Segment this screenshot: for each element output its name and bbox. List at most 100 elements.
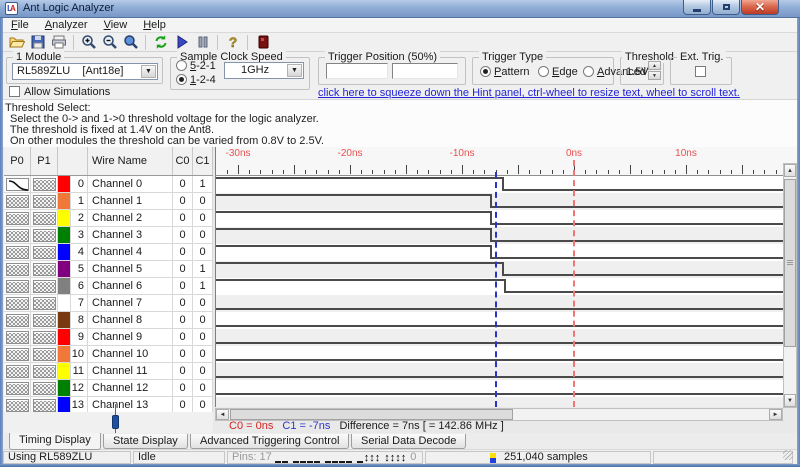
scroll-up-button[interactable]: ▲ <box>784 164 796 177</box>
p0-pattern-cell[interactable] <box>4 176 31 193</box>
p1-pattern-cell[interactable] <box>31 176 58 193</box>
wire-name[interactable]: Channel 1 <box>88 193 173 210</box>
p0-pattern-cell[interactable] <box>4 346 31 363</box>
run-button[interactable] <box>171 33 192 51</box>
wire-name[interactable]: Channel 8 <box>88 312 173 329</box>
clock-rate-select[interactable]: 1GHz ▼ <box>224 62 304 79</box>
p1-pattern-cell[interactable] <box>31 210 58 227</box>
pause-button[interactable] <box>192 33 213 51</box>
wire-name[interactable]: Channel 10 <box>88 346 173 363</box>
slider-thumb[interactable] <box>112 415 119 429</box>
help-button[interactable]: ? <box>222 33 243 51</box>
channel-color-swatch[interactable] <box>58 295 71 312</box>
zoom-slider[interactable] <box>4 404 213 433</box>
ext-trig-checkbox[interactable] <box>695 66 706 77</box>
p1-pattern-cell[interactable] <box>31 261 58 278</box>
refresh-button[interactable] <box>150 33 171 51</box>
p0-pattern-cell[interactable] <box>4 261 31 278</box>
p1-pattern-cell[interactable] <box>31 346 58 363</box>
clock-speed-radio-521[interactable] <box>176 60 187 71</box>
p0-pattern-cell[interactable] <box>4 397 31 412</box>
channel-color-swatch[interactable] <box>58 329 71 346</box>
trigger-edge-radio[interactable] <box>538 66 549 77</box>
close-button[interactable]: ✕ <box>741 0 779 15</box>
p1-pattern-cell[interactable] <box>31 295 58 312</box>
horizontal-scroll-thumb[interactable] <box>230 409 513 420</box>
minimize-button[interactable] <box>683 0 711 15</box>
p1-pattern-cell[interactable] <box>31 329 58 346</box>
p0-pattern-cell[interactable] <box>4 278 31 295</box>
channel-color-swatch[interactable] <box>58 397 71 412</box>
p0-pattern-cell[interactable] <box>4 329 31 346</box>
p1-pattern-cell[interactable] <box>31 227 58 244</box>
threshold-up-button[interactable]: ▲ <box>648 61 661 70</box>
wire-name[interactable]: Channel 7 <box>88 295 173 312</box>
tab-advanced-triggering-control[interactable]: Advanced Triggering Control <box>190 434 350 449</box>
trigger-position-field-1[interactable] <box>326 63 388 79</box>
p1-pattern-cell[interactable] <box>31 278 58 295</box>
p0-pattern-cell[interactable] <box>4 312 31 329</box>
vertical-scroll-thumb[interactable] <box>784 179 796 347</box>
maximize-button[interactable] <box>712 0 740 15</box>
p1-pattern-cell[interactable] <box>31 363 58 380</box>
chevron-down-icon[interactable]: ▼ <box>141 65 156 78</box>
p0-pattern-cell[interactable] <box>4 363 31 380</box>
tab-serial-data-decode[interactable]: Serial Data Decode <box>351 434 467 449</box>
tab-timing-display[interactable]: Timing Display <box>9 433 101 450</box>
wire-name[interactable]: Channel 13 <box>88 397 173 412</box>
channel-color-swatch[interactable] <box>58 210 71 227</box>
channel-color-swatch[interactable] <box>58 346 71 363</box>
p1-pattern-cell[interactable] <box>31 397 58 412</box>
tab-state-display[interactable]: State Display <box>103 434 188 449</box>
p0-pattern-cell[interactable] <box>4 227 31 244</box>
channel-color-swatch[interactable] <box>58 261 71 278</box>
channel-color-swatch[interactable] <box>58 193 71 210</box>
zoom-button[interactable] <box>120 33 141 51</box>
stop-button[interactable] <box>252 33 273 51</box>
title-bar[interactable]: LA Ant Logic Analyzer ✕ <box>0 0 800 18</box>
open-button[interactable] <box>6 33 27 51</box>
waveform-area[interactable] <box>215 176 783 407</box>
p0-pattern-cell[interactable] <box>4 193 31 210</box>
wire-name[interactable]: Channel 0 <box>88 176 173 193</box>
channel-color-swatch[interactable] <box>58 363 71 380</box>
print-button[interactable] <box>48 33 69 51</box>
channel-color-swatch[interactable] <box>58 227 71 244</box>
p1-pattern-cell[interactable] <box>31 244 58 261</box>
p0-pattern-cell[interactable] <box>4 244 31 261</box>
p0-pattern-cell[interactable] <box>4 210 31 227</box>
wire-name[interactable]: Channel 5 <box>88 261 173 278</box>
trigger-pattern-radio[interactable] <box>480 66 491 77</box>
trigger-advanced-radio[interactable] <box>583 66 594 77</box>
threshold-down-button[interactable]: ▼ <box>648 71 661 80</box>
channel-color-swatch[interactable] <box>58 380 71 397</box>
p0-pattern-cell[interactable] <box>4 380 31 397</box>
allow-simulations-checkbox[interactable] <box>9 86 20 97</box>
scroll-down-button[interactable]: ▼ <box>784 394 796 407</box>
channel-color-swatch[interactable] <box>58 312 71 329</box>
p1-pattern-cell[interactable] <box>31 312 58 329</box>
p1-pattern-cell[interactable] <box>31 380 58 397</box>
channel-color-swatch[interactable] <box>58 244 71 261</box>
wire-name[interactable]: Channel 6 <box>88 278 173 295</box>
menu-analyzer[interactable]: Analyzer <box>37 18 96 33</box>
module-select[interactable]: RL589ZLU [Ant18e] ▼ <box>12 63 158 80</box>
p0-pattern-cell[interactable] <box>4 295 31 312</box>
hint-panel-link[interactable]: click here to squeeze down the Hint pane… <box>318 87 740 99</box>
scroll-right-button[interactable]: ► <box>769 409 782 420</box>
trigger-position-field-2[interactable] <box>392 63 458 79</box>
p1-pattern-cell[interactable] <box>31 193 58 210</box>
scroll-left-button[interactable]: ◄ <box>216 409 229 420</box>
menu-view[interactable]: View <box>96 18 136 33</box>
menu-help[interactable]: Help <box>135 18 174 33</box>
channel-color-swatch[interactable] <box>58 176 71 193</box>
vertical-scrollbar[interactable]: ▲ ▼ <box>783 163 797 408</box>
wire-name[interactable]: Channel 9 <box>88 329 173 346</box>
save-button[interactable] <box>27 33 48 51</box>
resize-grip[interactable] <box>783 450 793 460</box>
menu-file[interactable]: File <box>3 18 37 33</box>
chevron-down-icon[interactable]: ▼ <box>287 64 302 77</box>
channel-color-swatch[interactable] <box>58 278 71 295</box>
zoom-out-button[interactable] <box>99 33 120 51</box>
time-ruler[interactable]: -30ns -20ns -10ns 0ns 10ns <box>215 147 797 176</box>
